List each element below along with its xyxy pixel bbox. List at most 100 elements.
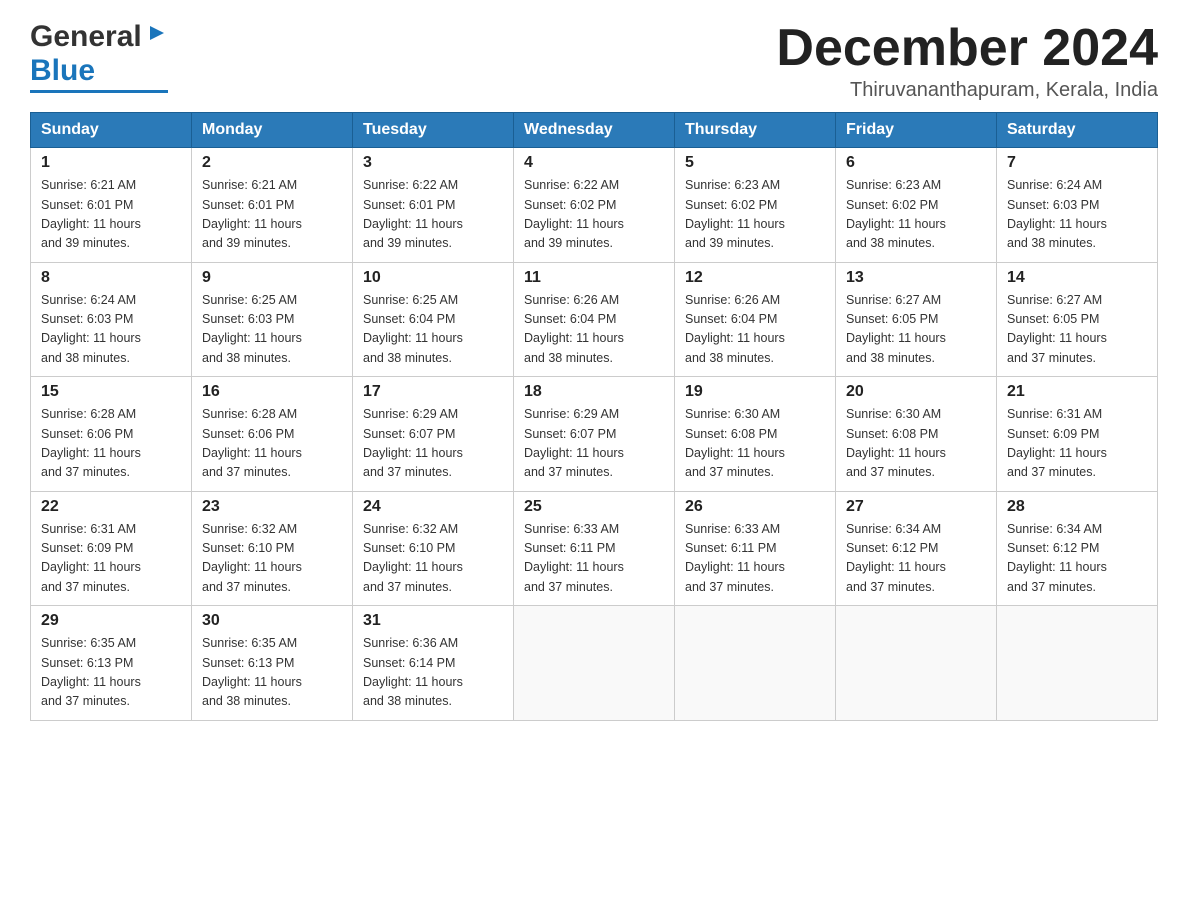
page-header: General Blue December 2024 Thiruvanantha…	[30, 20, 1158, 102]
table-row: 27 Sunrise: 6:34 AMSunset: 6:12 PMDayligh…	[836, 491, 997, 606]
logo: General Blue	[30, 20, 168, 93]
table-row: 22 Sunrise: 6:31 AMSunset: 6:09 PMDayligh…	[31, 491, 192, 606]
logo-underline	[30, 90, 168, 93]
day-info: Sunrise: 6:28 AMSunset: 6:06 PMDaylight:…	[41, 405, 181, 483]
day-info: Sunrise: 6:25 AMSunset: 6:04 PMDaylight:…	[363, 291, 503, 369]
table-row: 8 Sunrise: 6:24 AMSunset: 6:03 PMDaylight…	[31, 262, 192, 377]
day-number: 23	[202, 498, 342, 516]
table-row: 24 Sunrise: 6:32 AMSunset: 6:10 PMDayligh…	[353, 491, 514, 606]
day-info: Sunrise: 6:24 AMSunset: 6:03 PMDaylight:…	[41, 291, 181, 369]
day-info: Sunrise: 6:22 AMSunset: 6:01 PMDaylight:…	[363, 176, 503, 254]
table-row: 6 Sunrise: 6:23 AMSunset: 6:02 PMDaylight…	[836, 148, 997, 263]
calendar-header-monday: Monday	[192, 113, 353, 148]
calendar-week-3: 15 Sunrise: 6:28 AMSunset: 6:06 PMDayligh…	[31, 377, 1158, 492]
day-number: 14	[1007, 269, 1147, 287]
table-row: 4 Sunrise: 6:22 AMSunset: 6:02 PMDaylight…	[514, 148, 675, 263]
day-info: Sunrise: 6:36 AMSunset: 6:14 PMDaylight:…	[363, 634, 503, 712]
calendar-header-wednesday: Wednesday	[514, 113, 675, 148]
day-number: 22	[41, 498, 181, 516]
day-number: 26	[685, 498, 825, 516]
day-info: Sunrise: 6:35 AMSunset: 6:13 PMDaylight:…	[202, 634, 342, 712]
table-row	[514, 606, 675, 721]
table-row: 31 Sunrise: 6:36 AMSunset: 6:14 PMDayligh…	[353, 606, 514, 721]
day-info: Sunrise: 6:24 AMSunset: 6:03 PMDaylight:…	[1007, 176, 1147, 254]
day-number: 2	[202, 154, 342, 172]
table-row: 9Sunrise: 6:25 AMSunset: 6:03 PMDaylight…	[192, 262, 353, 377]
day-info: Sunrise: 6:21 AMSunset: 6:01 PMDaylight:…	[41, 176, 181, 254]
day-number: 28	[1007, 498, 1147, 516]
table-row: 20 Sunrise: 6:30 AMSunset: 6:08 PMDayligh…	[836, 377, 997, 492]
day-info: Sunrise: 6:29 AMSunset: 6:07 PMDaylight:…	[363, 405, 503, 483]
day-number: 3	[363, 154, 503, 172]
table-row: 17 Sunrise: 6:29 AMSunset: 6:07 PMDayligh…	[353, 377, 514, 492]
day-info: Sunrise: 6:26 AMSunset: 6:04 PMDaylight:…	[685, 291, 825, 369]
day-number: 25	[524, 498, 664, 516]
table-row: 12 Sunrise: 6:26 AMSunset: 6:04 PMDayligh…	[675, 262, 836, 377]
day-info: Sunrise: 6:28 AMSunset: 6:06 PMDaylight:…	[202, 405, 342, 483]
day-info: Sunrise: 6:22 AMSunset: 6:02 PMDaylight:…	[524, 176, 664, 254]
table-row: 21 Sunrise: 6:31 AMSunset: 6:09 PMDayligh…	[997, 377, 1158, 492]
day-info: Sunrise: 6:32 AMSunset: 6:10 PMDaylight:…	[363, 520, 503, 598]
day-number: 10	[363, 269, 503, 287]
table-row: 23 Sunrise: 6:32 AMSunset: 6:10 PMDayligh…	[192, 491, 353, 606]
table-row: 16Sunrise: 6:28 AMSunset: 6:06 PMDayligh…	[192, 377, 353, 492]
day-info: Sunrise: 6:27 AMSunset: 6:05 PMDaylight:…	[1007, 291, 1147, 369]
table-row: 11 Sunrise: 6:26 AMSunset: 6:04 PMDayligh…	[514, 262, 675, 377]
table-row: 1 Sunrise: 6:21 AMSunset: 6:01 PMDaylight…	[31, 148, 192, 263]
table-row: 5 Sunrise: 6:23 AMSunset: 6:02 PMDaylight…	[675, 148, 836, 263]
day-info: Sunrise: 6:31 AMSunset: 6:09 PMDaylight:…	[41, 520, 181, 598]
day-number: 4	[524, 154, 664, 172]
day-info: Sunrise: 6:33 AMSunset: 6:11 PMDaylight:…	[685, 520, 825, 598]
calendar-header-friday: Friday	[836, 113, 997, 148]
day-info: Sunrise: 6:31 AMSunset: 6:09 PMDaylight:…	[1007, 405, 1147, 483]
day-number: 5	[685, 154, 825, 172]
day-number: 29	[41, 612, 181, 630]
table-row	[675, 606, 836, 721]
day-number: 8	[41, 269, 181, 287]
logo-general: General	[30, 20, 142, 54]
day-info: Sunrise: 6:27 AMSunset: 6:05 PMDaylight:…	[846, 291, 986, 369]
logo-arrow-icon	[146, 22, 168, 49]
table-row: 19 Sunrise: 6:30 AMSunset: 6:08 PMDayligh…	[675, 377, 836, 492]
day-number: 20	[846, 383, 986, 401]
calendar-table: SundayMondayTuesdayWednesdayThursdayFrid…	[30, 112, 1158, 721]
table-row: 3 Sunrise: 6:22 AMSunset: 6:01 PMDaylight…	[353, 148, 514, 263]
day-number: 12	[685, 269, 825, 287]
day-number: 27	[846, 498, 986, 516]
day-number: 18	[524, 383, 664, 401]
day-info: Sunrise: 6:26 AMSunset: 6:04 PMDaylight:…	[524, 291, 664, 369]
day-number: 19	[685, 383, 825, 401]
table-row: 25 Sunrise: 6:33 AMSunset: 6:11 PMDayligh…	[514, 491, 675, 606]
table-row: 2 Sunrise: 6:21 AMSunset: 6:01 PMDaylight…	[192, 148, 353, 263]
title-section: December 2024 Thiruvananthapuram, Kerala…	[776, 20, 1158, 102]
day-number: 21	[1007, 383, 1147, 401]
logo-blue: Blue	[30, 54, 95, 88]
day-info: Sunrise: 6:35 AMSunset: 6:13 PMDaylight:…	[41, 634, 181, 712]
day-info: Sunrise: 6:30 AMSunset: 6:08 PMDaylight:…	[685, 405, 825, 483]
day-info: Sunrise: 6:25 AMSunset: 6:03 PMDaylight:…	[202, 291, 342, 369]
calendar-header-tuesday: Tuesday	[353, 113, 514, 148]
day-number: 31	[363, 612, 503, 630]
table-row: 26 Sunrise: 6:33 AMSunset: 6:11 PMDayligh…	[675, 491, 836, 606]
calendar-week-4: 22 Sunrise: 6:31 AMSunset: 6:09 PMDayligh…	[31, 491, 1158, 606]
day-number: 11	[524, 269, 664, 287]
day-number: 6	[846, 154, 986, 172]
day-number: 15	[41, 383, 181, 401]
day-info: Sunrise: 6:21 AMSunset: 6:01 PMDaylight:…	[202, 176, 342, 254]
day-info: Sunrise: 6:23 AMSunset: 6:02 PMDaylight:…	[685, 176, 825, 254]
calendar-header-row: SundayMondayTuesdayWednesdayThursdayFrid…	[31, 113, 1158, 148]
table-row: 13Sunrise: 6:27 AMSunset: 6:05 PMDayligh…	[836, 262, 997, 377]
day-info: Sunrise: 6:32 AMSunset: 6:10 PMDaylight:…	[202, 520, 342, 598]
day-number: 17	[363, 383, 503, 401]
calendar-week-5: 29 Sunrise: 6:35 AMSunset: 6:13 PMDayligh…	[31, 606, 1158, 721]
day-number: 24	[363, 498, 503, 516]
calendar-week-2: 8 Sunrise: 6:24 AMSunset: 6:03 PMDaylight…	[31, 262, 1158, 377]
day-info: Sunrise: 6:30 AMSunset: 6:08 PMDaylight:…	[846, 405, 986, 483]
table-row: 15 Sunrise: 6:28 AMSunset: 6:06 PMDayligh…	[31, 377, 192, 492]
table-row: 29 Sunrise: 6:35 AMSunset: 6:13 PMDayligh…	[31, 606, 192, 721]
day-info: Sunrise: 6:33 AMSunset: 6:11 PMDaylight:…	[524, 520, 664, 598]
day-info: Sunrise: 6:29 AMSunset: 6:07 PMDaylight:…	[524, 405, 664, 483]
day-info: Sunrise: 6:34 AMSunset: 6:12 PMDaylight:…	[846, 520, 986, 598]
day-number: 1	[41, 154, 181, 172]
day-info: Sunrise: 6:23 AMSunset: 6:02 PMDaylight:…	[846, 176, 986, 254]
